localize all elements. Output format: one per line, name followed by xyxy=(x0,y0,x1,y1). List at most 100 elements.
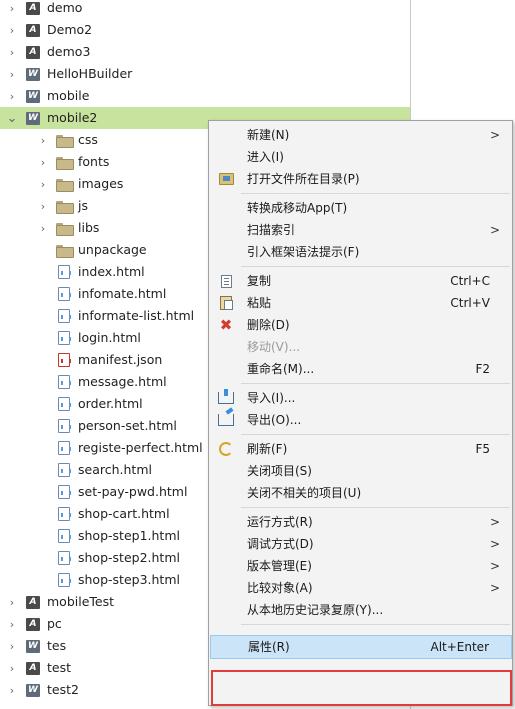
tree-item-label: tes xyxy=(47,638,67,653)
chevron-right-icon[interactable]: › xyxy=(37,195,49,217)
tree-item-label: shop-step1.html xyxy=(78,528,180,543)
html-file-icon xyxy=(56,396,72,412)
menu-item-label: 扫描索引 xyxy=(247,223,296,237)
html-file-icon xyxy=(56,484,72,500)
chevron-right-icon[interactable]: › xyxy=(37,173,49,195)
chevron-right-icon[interactable]: › xyxy=(37,129,49,151)
menu-item-label: 关闭不相关的项目(U) xyxy=(247,486,362,500)
json-file-icon xyxy=(56,352,72,368)
submenu-arrow-icon: > xyxy=(489,128,500,142)
import-icon xyxy=(218,389,234,406)
html-file-icon xyxy=(56,528,72,544)
tree-item-label: images xyxy=(78,176,124,191)
folder-icon xyxy=(56,220,74,236)
tree-item-label: pc xyxy=(47,616,62,631)
chevron-right-icon[interactable]: › xyxy=(6,591,18,613)
menu-item-label: 属性(R) xyxy=(248,640,290,654)
menu-item-6[interactable]: 引入框架语法提示(F) xyxy=(210,241,512,263)
menu-item-8[interactable]: 复制 Ctrl+C xyxy=(210,270,512,292)
menu-item-9[interactable]: 粘贴 Ctrl+V xyxy=(210,292,512,314)
html-file-icon xyxy=(56,572,72,588)
chevron-right-icon[interactable]: › xyxy=(6,657,18,679)
chevron-right-icon[interactable]: › xyxy=(6,85,18,107)
menu-item-27[interactable]: 属性(R) Alt+Enter xyxy=(210,635,512,659)
menu-item-11: 移动(V)... xyxy=(210,336,512,358)
chevron-right-icon[interactable]: › xyxy=(6,0,18,19)
tree-item-label: unpackage xyxy=(78,242,147,257)
annotation-highlight-box xyxy=(211,670,512,706)
html-file-icon xyxy=(56,374,72,390)
menu-item-label: 新建(N) xyxy=(247,128,290,142)
tree-item-label: mobile xyxy=(47,88,90,103)
tree-item-label: mobile2 xyxy=(47,110,98,125)
tree-item-label: person-set.html xyxy=(78,418,177,433)
submenu-arrow-icon: > xyxy=(489,559,500,573)
tree-item-label: shop-step3.html xyxy=(78,572,180,587)
tree-item-hellohbuilder[interactable]: › W HelloHBuilder xyxy=(0,63,410,85)
tree-item-mobile[interactable]: › Wmobile xyxy=(0,85,410,107)
menu-separator xyxy=(241,266,510,267)
tree-item-label: message.html xyxy=(78,374,167,389)
menu-item-0[interactable]: 新建(N) > xyxy=(210,124,512,146)
menu-item-shortcut: Ctrl+C xyxy=(450,274,490,288)
chevron-right-icon[interactable]: › xyxy=(6,635,18,657)
chevron-down-icon[interactable]: ⌄ xyxy=(6,107,18,129)
menu-item-17[interactable]: 刷新(F) F5 xyxy=(210,438,512,460)
menu-item-22[interactable]: 调试方式(D) > xyxy=(210,533,512,555)
menu-item-23[interactable]: 版本管理(E) > xyxy=(210,555,512,577)
folder-open-icon xyxy=(218,171,234,187)
folder-icon xyxy=(56,198,74,214)
web-project-icon: W xyxy=(25,110,41,126)
export-icon xyxy=(218,412,234,428)
tree-item-label: index.html xyxy=(78,264,145,279)
menu-item-2[interactable]: 打开文件所在目录(P) xyxy=(210,168,512,190)
html-file-icon xyxy=(56,286,72,302)
tree-item-label: manifest.json xyxy=(78,352,163,367)
project-icon: A xyxy=(25,22,41,38)
menu-item-1[interactable]: 进入(I) xyxy=(210,146,512,168)
chevron-right-icon[interactable]: › xyxy=(6,679,18,701)
chevron-right-icon[interactable]: › xyxy=(37,217,49,239)
folder-icon xyxy=(56,176,74,192)
chevron-right-icon[interactable]: › xyxy=(6,41,18,63)
menu-item-12[interactable]: 重命名(M)... F2 xyxy=(210,358,512,380)
menu-item-label: 转换成移动App(T) xyxy=(247,201,348,215)
tree-item-demo3[interactable]: › Ademo3 xyxy=(0,41,410,63)
tree-item-demo[interactable]: › Ademo xyxy=(0,0,410,19)
tree-item-label: mobileTest xyxy=(47,594,115,609)
copy-icon xyxy=(218,273,234,289)
project-icon: A xyxy=(25,594,41,610)
tree-item-label: registe-perfect.html xyxy=(78,440,203,455)
menu-separator xyxy=(241,383,510,384)
menu-item-shortcut: Ctrl+V xyxy=(450,296,490,310)
tree-item-label: shop-cart.html xyxy=(78,506,170,521)
chevron-right-icon[interactable]: › xyxy=(6,613,18,635)
menu-item-label: 刷新(F) xyxy=(247,442,288,456)
chevron-right-icon[interactable]: › xyxy=(37,151,49,173)
project-icon: A xyxy=(25,44,41,60)
folder-icon xyxy=(56,132,74,148)
tree-item-demo2[interactable]: › A Demo2 xyxy=(0,19,410,41)
chevron-right-icon[interactable]: › xyxy=(6,63,18,85)
menu-item-shortcut: F5 xyxy=(475,442,490,456)
menu-item-label: 从本地历史记录复原(Y)... xyxy=(247,603,384,617)
menu-separator xyxy=(241,507,510,508)
menu-item-5[interactable]: 扫描索引 > xyxy=(210,219,512,241)
menu-item-21[interactable]: 运行方式(R) > xyxy=(210,511,512,533)
menu-item-14[interactable]: 导入(I)... xyxy=(210,387,512,409)
html-file-icon xyxy=(56,550,72,566)
menu-item-label: 比较对象(A) xyxy=(247,581,313,595)
menu-item-label: 导出(O)... xyxy=(247,413,302,427)
menu-item-24[interactable]: 比较对象(A) > xyxy=(210,577,512,599)
menu-item-10[interactable]: ✖ 删除(D) xyxy=(210,314,512,336)
web-project-icon: W xyxy=(25,88,41,104)
chevron-right-icon[interactable]: › xyxy=(6,19,18,41)
menu-item-18[interactable]: 关闭项目(S) xyxy=(210,460,512,482)
menu-item-25[interactable]: 从本地历史记录复原(Y)... xyxy=(210,599,512,621)
html-file-icon xyxy=(56,462,72,478)
menu-item-15[interactable]: 导出(O)... xyxy=(210,409,512,431)
html-file-icon xyxy=(56,506,72,522)
folder-icon xyxy=(56,242,74,258)
menu-item-19[interactable]: 关闭不相关的项目(U) xyxy=(210,482,512,504)
menu-item-4[interactable]: 转换成移动App(T) xyxy=(210,197,512,219)
